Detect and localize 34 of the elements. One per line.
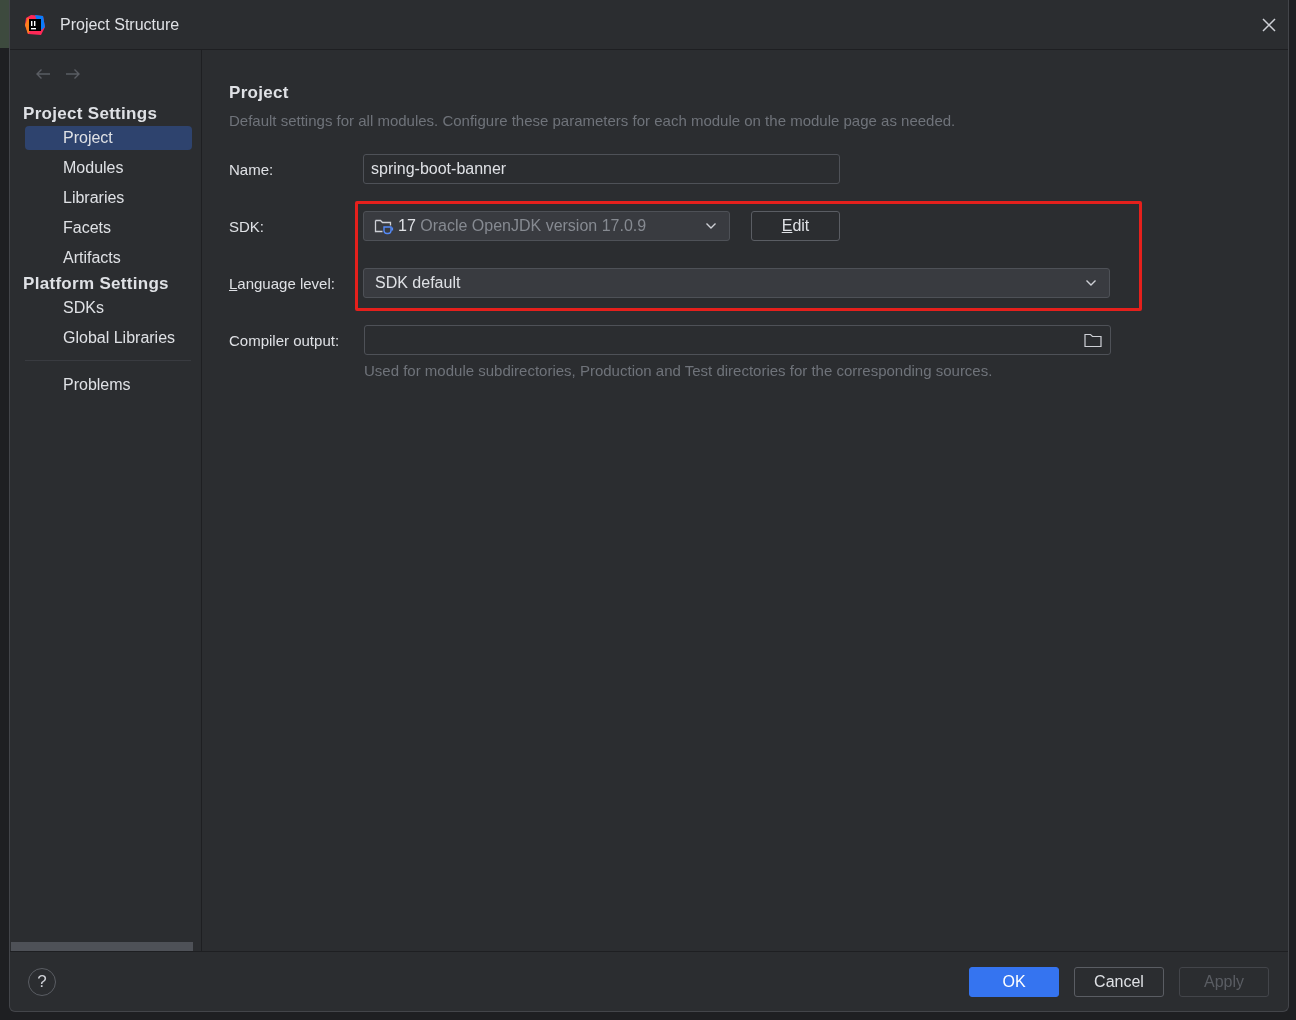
sidebar-item[interactable]: Modules bbox=[25, 156, 192, 180]
sidebar-item[interactable]: Libraries bbox=[25, 186, 192, 210]
sidebar-item[interactable]: SDKs bbox=[25, 296, 192, 320]
sdk-dropdown[interactable]: 17 Oracle OpenJDK version 17.0.9 bbox=[363, 211, 730, 241]
sidebar-item[interactable]: Project bbox=[25, 126, 192, 150]
scrollbar[interactable] bbox=[11, 942, 193, 951]
field-label: Name: bbox=[229, 160, 275, 178]
sidebar-item[interactable]: Problems bbox=[25, 373, 192, 397]
language-level-dropdown[interactable]: SDK default bbox=[363, 268, 1110, 298]
field-label: SDK: bbox=[229, 217, 265, 235]
close-icon[interactable] bbox=[1262, 17, 1276, 32]
section-heading: Platform Settings bbox=[22, 273, 170, 295]
panel-title: Project bbox=[229, 82, 290, 104]
chevron-down-icon bbox=[1085, 279, 1097, 287]
folder-icon[interactable] bbox=[1084, 332, 1102, 348]
panel-description: Default settings for all modules. Configure these parameters for each module on the module page as needed. bbox=[229, 111, 957, 131]
section-heading: Project Settings bbox=[22, 103, 159, 125]
hint-text: Used for module subdirectories, Production and Test directories for the corresponding sources. bbox=[364, 362, 994, 379]
back-arrow-icon[interactable] bbox=[35, 68, 51, 80]
compiler-output-field[interactable] bbox=[364, 325, 1111, 355]
name-field[interactable]: spring-boot-banner bbox=[363, 154, 840, 184]
dialog-button[interactable]: OK bbox=[969, 966, 1059, 997]
app-logo-icon bbox=[24, 13, 46, 36]
forward-arrow-icon[interactable] bbox=[65, 68, 81, 80]
window-title: Project Structure bbox=[60, 15, 181, 34]
edit-button[interactable]: Edit bbox=[751, 211, 840, 241]
sidebar-item[interactable]: Facets bbox=[25, 216, 192, 240]
dialog-button[interactable]: Cancel bbox=[1074, 966, 1164, 997]
field-label: Language level: bbox=[229, 274, 336, 292]
chevron-down-icon bbox=[705, 222, 717, 230]
folder-cup-icon bbox=[374, 217, 394, 235]
field-label: Compiler output: bbox=[229, 331, 341, 349]
sidebar-item[interactable]: Global Libraries bbox=[25, 326, 192, 350]
sidebar-item[interactable]: Artifacts bbox=[25, 246, 192, 270]
